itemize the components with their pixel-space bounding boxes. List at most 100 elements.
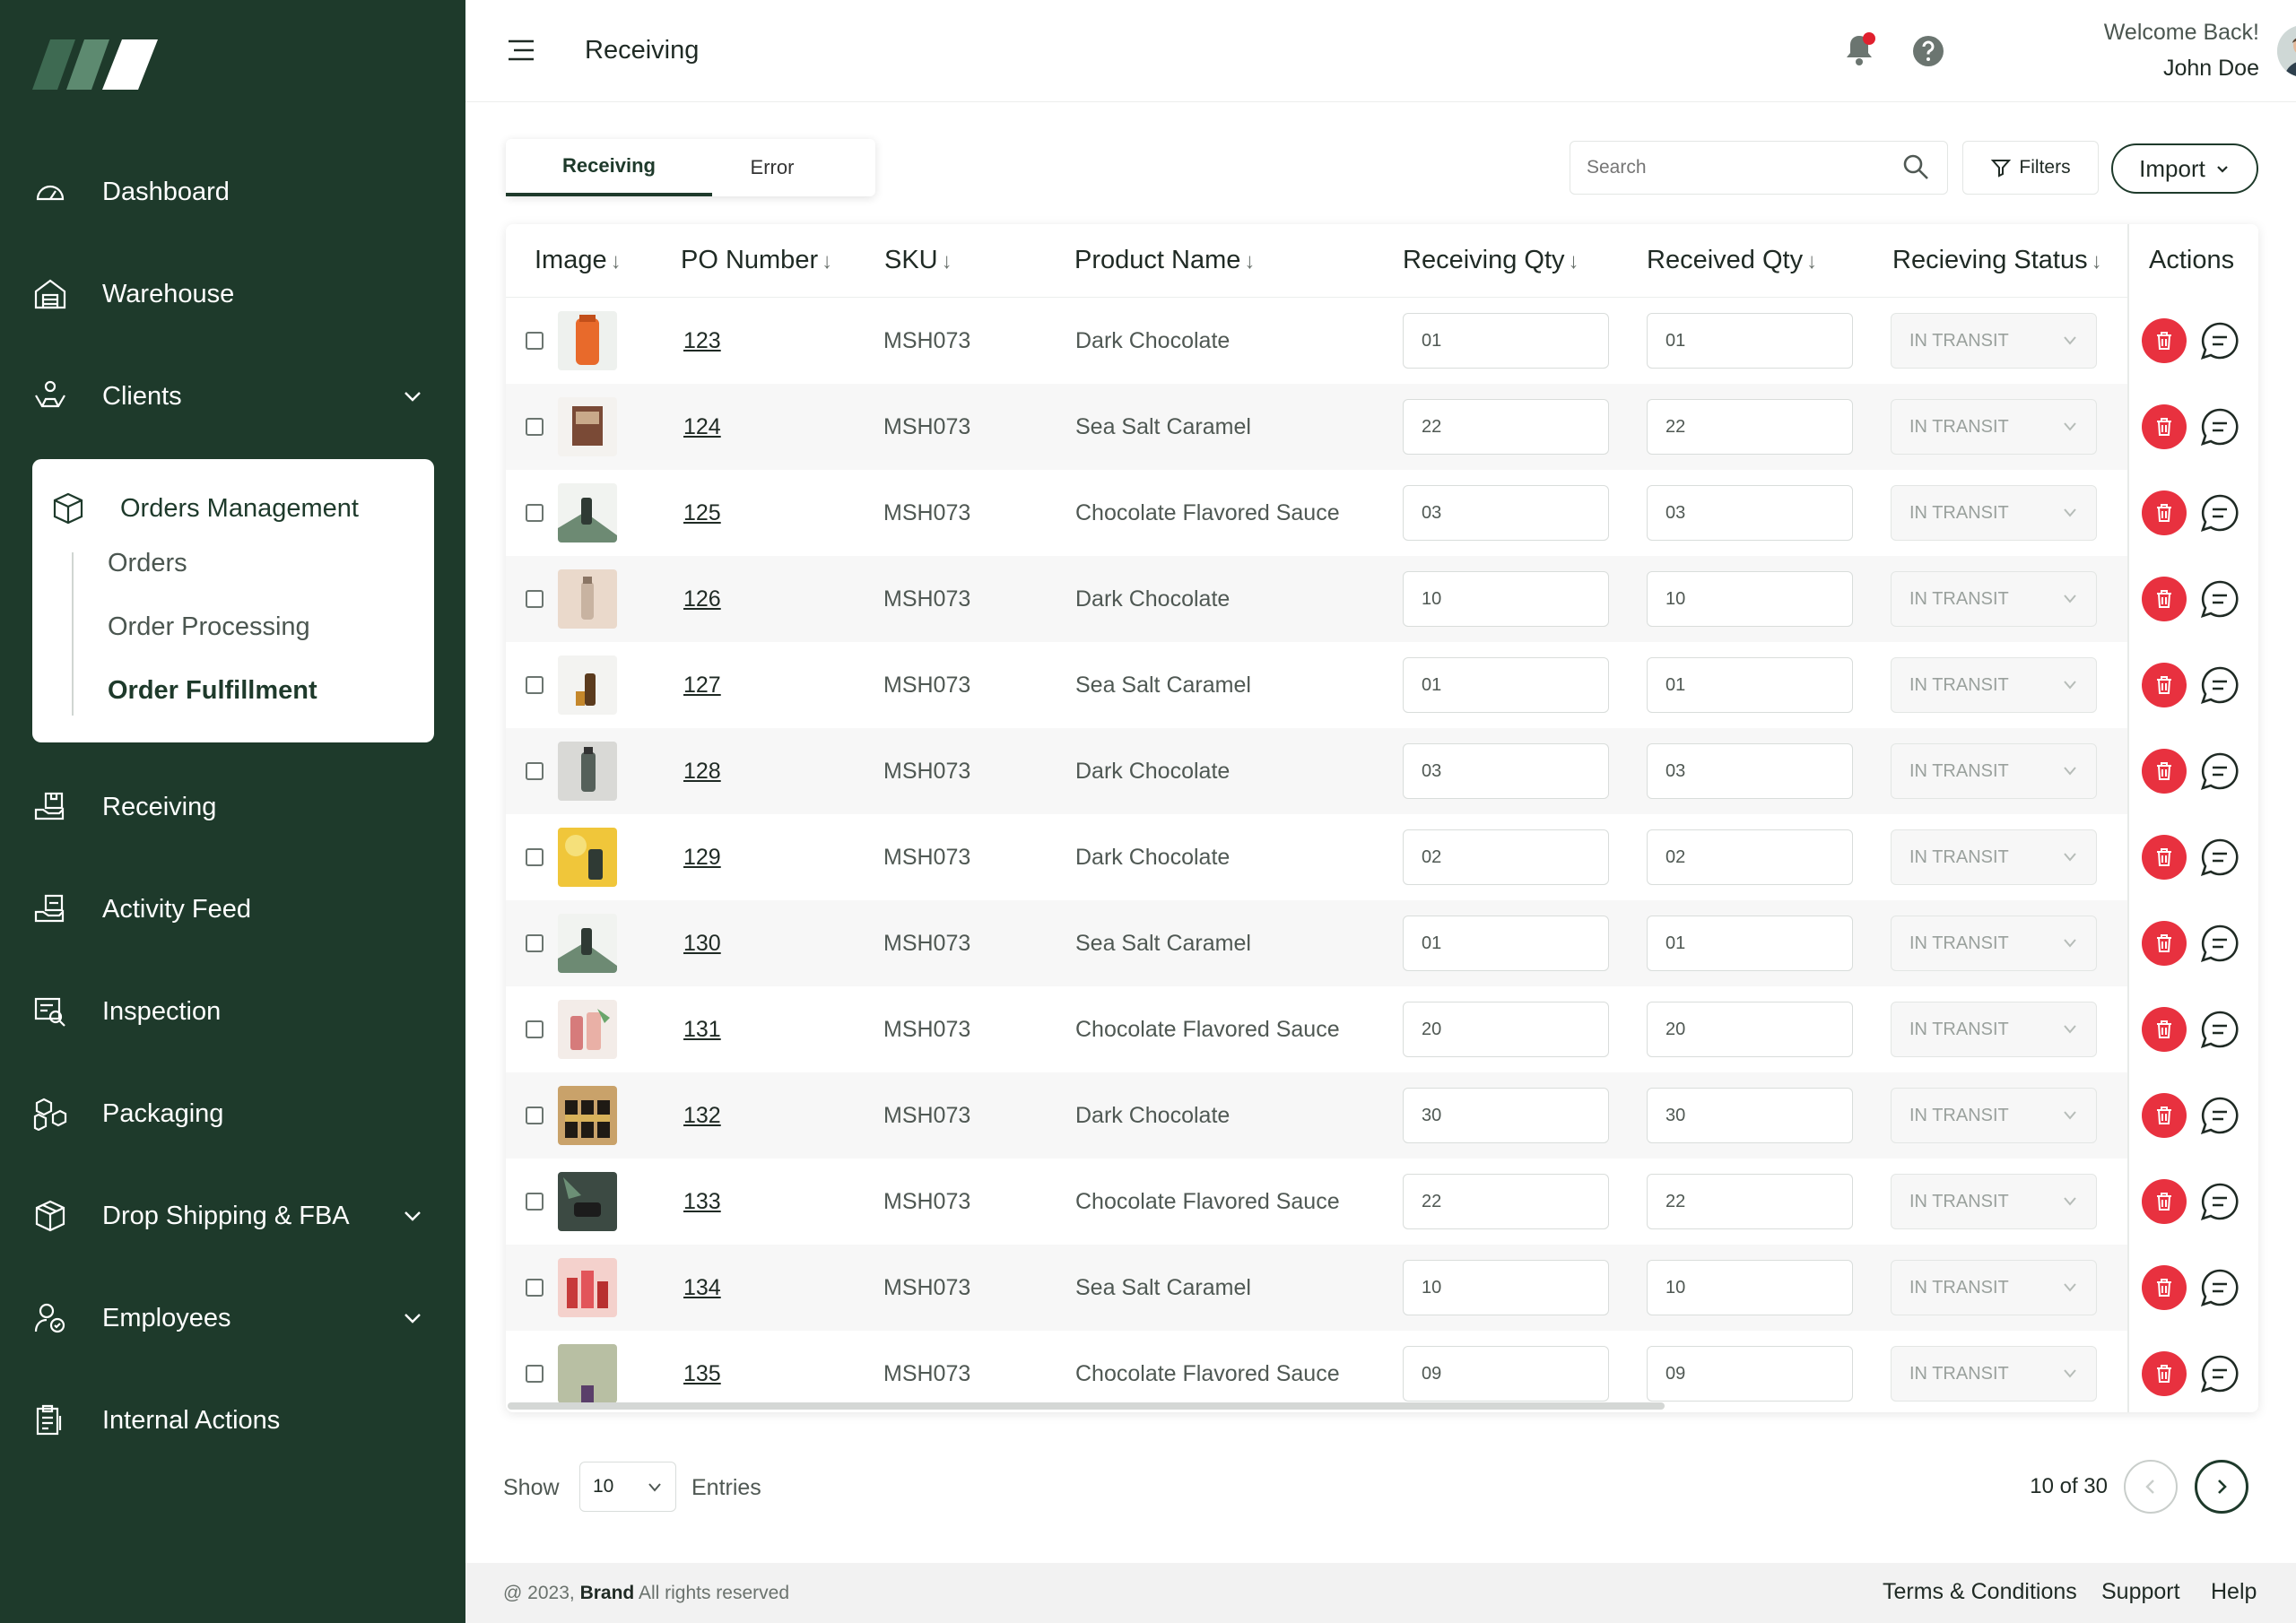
receiving-status-select[interactable]: IN TRANSIT	[1891, 313, 2097, 369]
comment-icon[interactable]	[2199, 492, 2240, 534]
search-icon[interactable]	[1901, 152, 1930, 181]
comment-icon[interactable]	[2199, 664, 2240, 706]
receiving-status-select[interactable]: IN TRANSIT	[1891, 571, 2097, 627]
po-number-link[interactable]: 126	[683, 586, 721, 612]
received-qty-input[interactable]: 03	[1647, 485, 1853, 541]
comment-icon[interactable]	[2199, 320, 2240, 361]
po-number-link[interactable]: 124	[683, 414, 721, 440]
row-checkbox[interactable]	[526, 1107, 544, 1124]
po-number-link[interactable]: 135	[683, 1361, 721, 1387]
row-checkbox[interactable]	[526, 1020, 544, 1038]
column-header-receiving-status[interactable]: Recieving Status ↓	[1892, 246, 2102, 275]
comment-icon[interactable]	[2199, 751, 2240, 792]
receiving-status-select[interactable]: IN TRANSIT	[1891, 1346, 2097, 1402]
po-number-link[interactable]: 128	[683, 759, 721, 785]
delete-button[interactable]	[2142, 577, 2187, 621]
previous-page-button[interactable]	[2124, 1460, 2178, 1514]
comment-icon[interactable]	[2199, 1009, 2240, 1050]
page-size-select[interactable]: 10	[579, 1462, 676, 1512]
comment-icon[interactable]	[2199, 1095, 2240, 1136]
sidebar-subitem-orders[interactable]: Orders	[108, 549, 187, 578]
comment-icon[interactable]	[2199, 1181, 2240, 1222]
receiving-status-select[interactable]: IN TRANSIT	[1891, 916, 2097, 971]
row-checkbox[interactable]	[526, 590, 544, 608]
avatar[interactable]	[2277, 25, 2296, 77]
row-checkbox[interactable]	[526, 1365, 544, 1383]
row-checkbox[interactable]	[526, 676, 544, 694]
delete-button[interactable]	[2142, 490, 2187, 535]
column-header-sku[interactable]: SKU ↓	[884, 246, 952, 275]
comment-icon[interactable]	[2199, 406, 2240, 447]
receiving-qty-input[interactable]: 01	[1403, 313, 1609, 369]
receiving-status-select[interactable]: IN TRANSIT	[1891, 1174, 2097, 1229]
row-checkbox[interactable]	[526, 1279, 544, 1297]
receiving-status-select[interactable]: IN TRANSIT	[1891, 1002, 2097, 1057]
comment-icon[interactable]	[2199, 923, 2240, 964]
horizontal-scrollbar[interactable]	[508, 1402, 1665, 1410]
delete-button[interactable]	[2142, 1093, 2187, 1138]
comment-icon[interactable]	[2199, 1267, 2240, 1308]
sidebar-item-orders-management[interactable]: Orders Management	[32, 477, 359, 540]
sidebar-item-clients[interactable]: Clients	[32, 360, 427, 432]
receiving-status-select[interactable]: IN TRANSIT	[1891, 485, 2097, 541]
po-number-link[interactable]: 132	[683, 1103, 721, 1129]
comment-icon[interactable]	[2199, 1353, 2240, 1394]
sidebar-item-receiving[interactable]: Receiving	[32, 771, 427, 843]
po-number-link[interactable]: 133	[683, 1189, 721, 1215]
sidebar-subitem-order-fulfillment[interactable]: Order Fulfillment	[108, 676, 317, 706]
row-checkbox[interactable]	[526, 504, 544, 522]
po-number-link[interactable]: 130	[683, 931, 721, 957]
tab-error[interactable]: Error	[669, 139, 875, 196]
column-header-receiving-qty[interactable]: Receiving Qty ↓	[1403, 246, 1579, 275]
received-qty-input[interactable]: 01	[1647, 313, 1853, 369]
next-page-button[interactable]	[2195, 1460, 2248, 1514]
delete-button[interactable]	[2142, 749, 2187, 794]
po-number-link[interactable]: 129	[683, 845, 721, 871]
sidebar-item-drop-shipping-fba[interactable]: Drop Shipping & FBA	[32, 1180, 427, 1252]
po-number-link[interactable]: 131	[683, 1017, 721, 1043]
import-button[interactable]: Import	[2111, 143, 2258, 194]
sidebar-item-activity-feed[interactable]: Activity Feed	[32, 873, 427, 945]
po-number-link[interactable]: 134	[683, 1275, 721, 1301]
receiving-status-select[interactable]: IN TRANSIT	[1891, 399, 2097, 455]
brand-logo[interactable]	[32, 39, 158, 90]
po-number-link[interactable]: 127	[683, 673, 721, 699]
sidebar-subitem-order-processing[interactable]: Order Processing	[108, 612, 310, 642]
received-qty-input[interactable]: 22	[1647, 1174, 1853, 1229]
received-qty-input[interactable]: 09	[1647, 1346, 1853, 1402]
delete-button[interactable]	[2142, 1265, 2187, 1310]
search-input[interactable]	[1570, 141, 1948, 195]
footer-link-terms[interactable]: Terms & Conditions	[1883, 1579, 2077, 1605]
delete-button[interactable]	[2142, 921, 2187, 966]
received-qty-input[interactable]: 01	[1647, 916, 1853, 971]
sidebar-item-employees[interactable]: Employees	[32, 1282, 427, 1354]
delete-button[interactable]	[2142, 1351, 2187, 1396]
receiving-status-select[interactable]: IN TRANSIT	[1891, 657, 2097, 713]
delete-button[interactable]	[2142, 1007, 2187, 1052]
received-qty-input[interactable]: 20	[1647, 1002, 1853, 1057]
column-header-received-qty[interactable]: Received Qty ↓	[1647, 246, 1817, 275]
received-qty-input[interactable]: 01	[1647, 657, 1853, 713]
receiving-qty-input[interactable]: 10	[1403, 1260, 1609, 1315]
row-checkbox[interactable]	[526, 332, 544, 350]
row-checkbox[interactable]	[526, 848, 544, 866]
receiving-status-select[interactable]: IN TRANSIT	[1891, 829, 2097, 885]
comment-icon[interactable]	[2199, 578, 2240, 620]
chevron-down-icon[interactable]	[398, 1202, 427, 1230]
row-checkbox[interactable]	[526, 418, 544, 436]
receiving-status-select[interactable]: IN TRANSIT	[1891, 1260, 2097, 1315]
receiving-qty-input[interactable]: 22	[1403, 399, 1609, 455]
chevron-down-icon[interactable]	[398, 1304, 427, 1332]
delete-button[interactable]	[2142, 663, 2187, 707]
footer-link-support[interactable]: Support	[2101, 1579, 2180, 1605]
receiving-qty-input[interactable]: 03	[1403, 743, 1609, 799]
received-qty-input[interactable]: 10	[1647, 571, 1853, 627]
receiving-qty-input[interactable]: 22	[1403, 1174, 1609, 1229]
receiving-qty-input[interactable]: 03	[1403, 485, 1609, 541]
receiving-qty-input[interactable]: 02	[1403, 829, 1609, 885]
row-checkbox[interactable]	[526, 1193, 544, 1211]
received-qty-input[interactable]: 30	[1647, 1088, 1853, 1143]
column-header-product-name[interactable]: Product Name ↓	[1074, 246, 1255, 275]
chevron-down-icon[interactable]	[398, 382, 427, 411]
footer-link-help[interactable]: Help	[2211, 1579, 2257, 1605]
